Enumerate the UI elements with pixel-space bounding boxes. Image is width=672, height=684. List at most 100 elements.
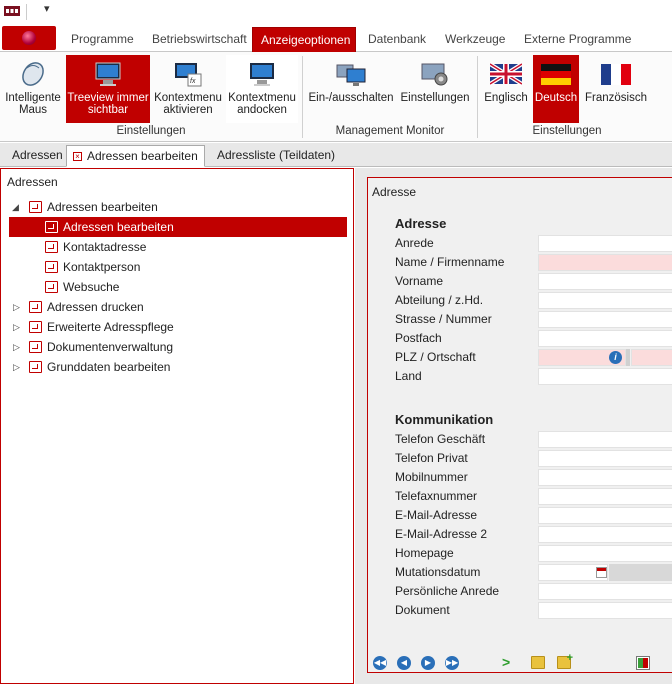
document-tabs: Adressen × Adressen bearbeiten Adresslist…	[0, 143, 672, 167]
toolbar-separator	[26, 4, 27, 20]
page-icon	[45, 241, 58, 253]
franzoesisch-button[interactable]: Französisch	[581, 55, 651, 123]
page-icon	[45, 221, 58, 233]
kontextmenu-andocken-button[interactable]: Kontextmenu andocken	[226, 55, 298, 123]
intelligente-maus-button[interactable]: Intelligente Maus	[2, 55, 64, 123]
expanded-arrow-icon[interactable]: ◢	[12, 197, 19, 217]
monitor-einstellungen-button[interactable]: Einstellungen	[398, 55, 472, 123]
new-record-icon[interactable]	[557, 652, 573, 669]
button-label: Treeview immer sichtbar	[67, 92, 149, 116]
tree-node-adressen-bearbeiten[interactable]: ◢ Adressen bearbeiten	[1, 197, 353, 217]
tree-node-websuche[interactable]: Websuche	[1, 277, 353, 297]
field-splitter	[626, 349, 630, 366]
deutsch-button[interactable]: Deutsch	[533, 55, 579, 123]
address-form: Adresse Adresse Anrede Name / Firmenname…	[367, 177, 672, 673]
previous-record-icon[interactable]: ◀	[397, 656, 411, 670]
calendar-icon[interactable]	[596, 567, 607, 578]
mobilnummer-input[interactable]	[538, 469, 672, 486]
tree-node-kontaktperson[interactable]: Kontaktperson	[1, 257, 353, 277]
tree-node-kontaktadresse[interactable]: Kontaktadresse	[1, 237, 353, 257]
persoenliche-anrede-input[interactable]	[538, 583, 672, 600]
vorname-input[interactable]	[538, 273, 672, 290]
tab-werkzeuge[interactable]: Werkzeuge	[437, 27, 513, 52]
email-2-input[interactable]	[538, 526, 672, 543]
dokument-input[interactable]	[538, 602, 672, 619]
ein-ausschalten-button[interactable]: Ein-/ausschalten	[306, 55, 396, 123]
form-title: Adresse	[372, 185, 417, 199]
email-input[interactable]	[538, 507, 672, 524]
postfach-input[interactable]	[538, 330, 672, 347]
group-label-sprache: Einstellungen	[532, 125, 602, 137]
management-monitor-icon	[335, 59, 367, 89]
info-icon[interactable]: i	[609, 351, 622, 364]
field-label-vorname: Vorname	[395, 274, 444, 288]
first-record-icon[interactable]: ◀◀	[373, 656, 387, 670]
field-label-email-2: E-Mail-Adresse 2	[395, 527, 488, 541]
section-heading-kommunikation: Kommunikation	[395, 412, 494, 427]
collapsed-arrow-icon[interactable]: ▷	[13, 297, 20, 317]
doctab-adressliste[interactable]: Adressliste (Teildaten)	[211, 145, 341, 167]
telefaxnummer-input[interactable]	[538, 488, 672, 505]
folder-icon	[29, 341, 42, 353]
navigation-panel: Adressen ◢ Adressen bearbeiten Adressen …	[0, 168, 354, 684]
tree-node-dokumentenverwaltung[interactable]: ▷ Dokumentenverwaltung	[1, 337, 353, 357]
tab-betriebswirtschaft[interactable]: Betriebswirtschaft	[144, 27, 255, 52]
tree-node-grunddaten-bearbeiten[interactable]: ▷ Grunddaten bearbeiten	[1, 357, 353, 377]
land-input[interactable]	[538, 368, 672, 385]
open-folder-icon[interactable]	[531, 656, 545, 669]
telefon-privat-input[interactable]	[538, 450, 672, 467]
tab-programme[interactable]: Programme	[63, 27, 142, 52]
tree-label: Dokumentenverwaltung	[47, 340, 174, 354]
field-label-telefon-privat: Telefon Privat	[395, 451, 468, 465]
next-record-icon[interactable]: ▶	[421, 656, 435, 670]
tree-label: Adressen bearbeiten	[63, 220, 174, 234]
field-label-telefon-geschaeft: Telefon Geschäft	[395, 432, 486, 446]
strasse-input[interactable]	[538, 311, 672, 328]
tab-datenbank[interactable]: Datenbank	[360, 27, 434, 52]
field-label-mutationsdatum: Mutationsdatum	[395, 565, 481, 579]
close-icon[interactable]: ×	[73, 152, 82, 162]
mouse-icon	[17, 59, 49, 89]
tree-node-adressen-bearbeiten-child[interactable]: Adressen bearbeiten	[9, 217, 347, 237]
group-label-management-monitor: Management Monitor	[335, 125, 445, 137]
page-icon	[45, 281, 58, 293]
section-heading-adresse: Adresse	[395, 216, 447, 231]
folder-icon	[29, 321, 42, 333]
doctab-adressen-bearbeiten[interactable]: × Adressen bearbeiten	[66, 145, 205, 167]
orb-icon	[22, 31, 36, 45]
file-menu-button[interactable]	[2, 26, 56, 50]
tree-node-adressen-drucken[interactable]: ▷ Adressen drucken	[1, 297, 353, 317]
collapsed-arrow-icon[interactable]: ▷	[13, 337, 20, 357]
name-firmenname-input[interactable]	[538, 254, 672, 271]
collapsed-arrow-icon[interactable]: ▷	[13, 357, 20, 377]
field-label-name: Name / Firmenname	[395, 255, 505, 269]
customize-toolbar-icon[interactable]: ▾	[44, 2, 50, 15]
dock-icon	[246, 59, 278, 89]
app-icon[interactable]	[4, 6, 20, 16]
export-icon[interactable]	[636, 656, 650, 670]
homepage-input[interactable]	[538, 545, 672, 562]
anrede-input[interactable]	[538, 235, 672, 252]
tree-node-erweiterte-adresspflege[interactable]: ▷ Erweiterte Adresspflege	[1, 317, 353, 337]
last-record-icon[interactable]: ▶▶	[445, 656, 459, 670]
treeview-immer-sichtbar-button[interactable]: Treeview immer sichtbar	[66, 55, 150, 123]
collapsed-arrow-icon[interactable]: ▷	[13, 317, 20, 337]
go-icon[interactable]: >	[502, 654, 510, 670]
kontextmenu-aktivieren-button[interactable]: fx Kontextmenu aktivieren	[152, 55, 224, 123]
ribbon: Intelligente Maus Treeview immer sichtba…	[0, 52, 672, 142]
date-readonly-area	[609, 564, 672, 581]
field-label-strasse: Strasse / Nummer	[395, 312, 492, 326]
abteilung-input[interactable]	[538, 292, 672, 309]
folder-icon	[29, 201, 42, 213]
ortschaft-input[interactable]	[631, 349, 672, 366]
button-label: Intelligente Maus	[5, 92, 61, 116]
telefon-geschaeft-input[interactable]	[538, 431, 672, 448]
field-label-plz: PLZ / Ortschaft	[395, 350, 476, 364]
tab-anzeigeoptionen[interactable]: Anzeigeoptionen	[252, 27, 356, 52]
navigation-tree: ◢ Adressen bearbeiten Adressen bearbeite…	[1, 197, 353, 377]
tab-externe-programme[interactable]: Externe Programme	[516, 27, 639, 52]
englisch-button[interactable]: Englisch	[481, 55, 531, 123]
tree-label: Grunddaten bearbeiten	[47, 360, 171, 374]
doctab-adressen[interactable]: Adressen	[6, 145, 69, 167]
button-label: Einstellungen	[400, 92, 470, 104]
